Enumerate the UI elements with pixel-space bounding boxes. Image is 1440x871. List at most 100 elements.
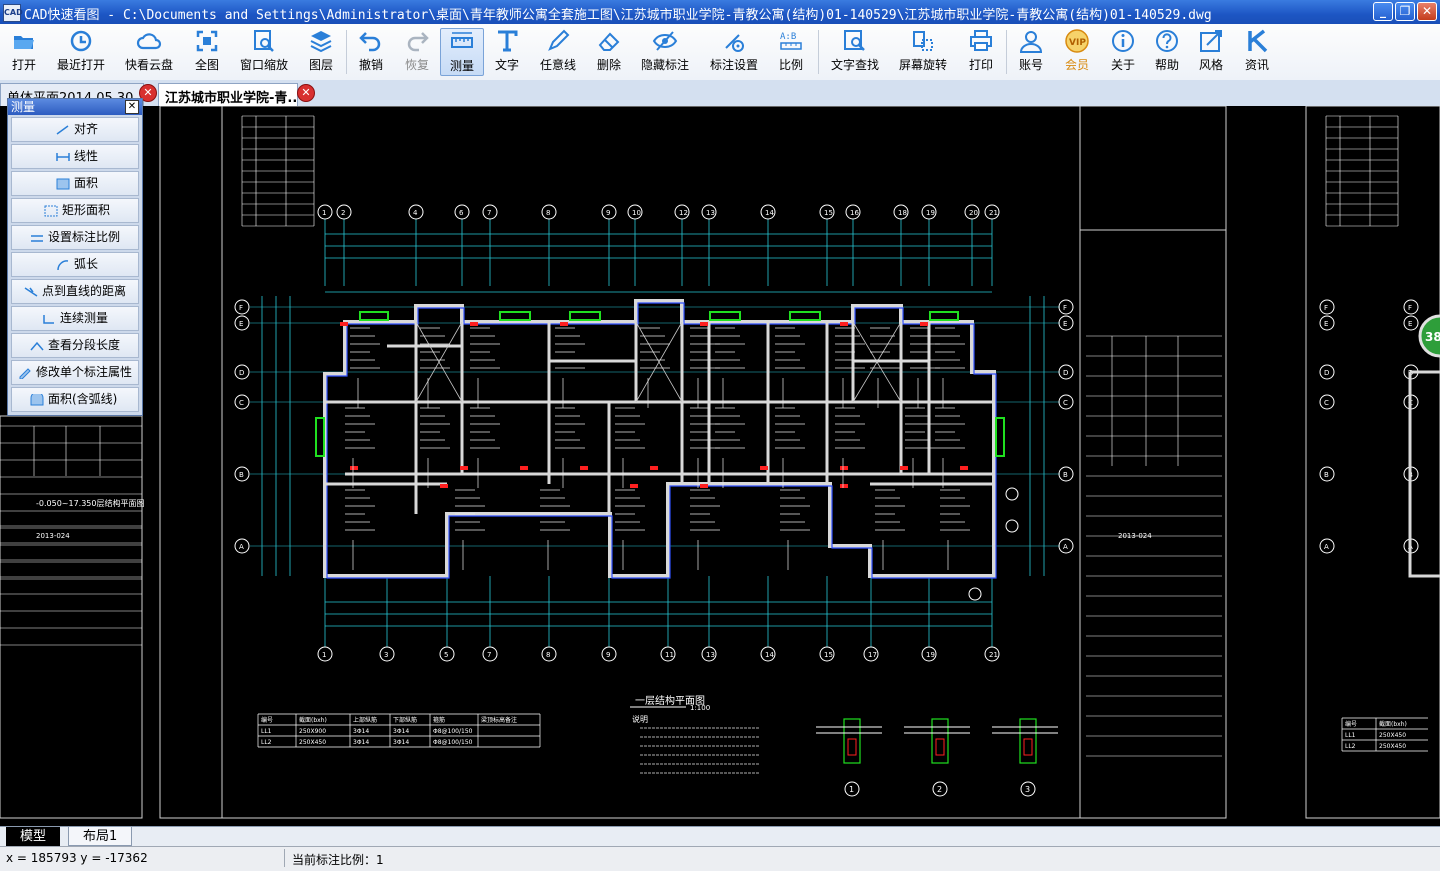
segment-length-icon <box>30 341 44 350</box>
measure-point-line[interactable]: 点到直线的距离 <box>11 279 139 304</box>
measure-rect-area[interactable]: 矩形面积 <box>11 198 139 223</box>
help-button[interactable]: 帮助 <box>1148 28 1186 76</box>
measure-button[interactable]: 测量 <box>440 28 484 76</box>
grid-bubble-label: 15 <box>824 209 833 217</box>
restore-button[interactable]: ❐ <box>1395 2 1415 21</box>
plan-geometry: 1 2 4 6 7 8 9 10 12 13 14 15 16 18 19 20 211 3 5 7 8 9 11 13 14 1… <box>0 115 1440 797</box>
notes-title: 说明 <box>632 714 648 724</box>
user-icon <box>1019 31 1043 53</box>
grid-bubble-label: 9 <box>606 209 610 217</box>
table-cell: 3Φ14 <box>393 739 409 746</box>
style-button[interactable]: 风格 <box>1192 28 1230 76</box>
table-header: 下部纵筋 <box>393 716 417 724</box>
open-button[interactable]: 打开 <box>4 28 44 76</box>
annotation-scale: 当前标注比例：1 <box>292 853 384 867</box>
recent-button[interactable]: 最近打开 <box>52 28 110 76</box>
beam-marker-red <box>760 466 768 470</box>
table-header: 编号 <box>261 716 273 724</box>
cloud-button[interactable]: 快看云盘 <box>120 28 178 76</box>
tab-layout1[interactable]: 布局1 <box>68 827 133 846</box>
info-icon <box>1112 30 1134 52</box>
text-button[interactable]: 文字 <box>488 28 526 76</box>
help-icon <box>1156 30 1178 52</box>
measure-align[interactable]: 对齐 <box>11 117 139 142</box>
grid-bubble-label: 1 <box>322 209 326 217</box>
undo-button[interactable]: 撤销 <box>352 28 390 76</box>
cad-drawing[interactable]: -0.050~17.350层结构平面图 2013-024 2013-024 一层… <box>0 106 1440 826</box>
rect-area-icon <box>44 205 58 216</box>
layers-button[interactable]: 图层 <box>302 28 340 76</box>
plan-scale: 1:100 <box>690 704 710 712</box>
measure-edit-mark[interactable]: 修改单个标注属性 <box>11 360 139 385</box>
grid-bubble-label: 2 <box>341 209 345 217</box>
panel-close-icon[interactable]: ✕ <box>125 100 139 114</box>
document-tabs: 单体平面2014.05.30 13 ✕ 江苏城市职业学院-青... ✕ <box>0 80 1440 106</box>
table-cell: 250X900 <box>299 728 326 735</box>
print-button[interactable]: 打印 <box>962 28 1000 76</box>
zoom-window-icon <box>254 30 274 52</box>
measure-area[interactable]: 面积 <box>11 171 139 196</box>
mark-settings-button[interactable]: 标注设置 <box>704 28 764 76</box>
redo-button[interactable]: 恢复 <box>398 28 436 76</box>
scale-button[interactable]: A:B 比例 <box>772 28 810 76</box>
printer-icon <box>970 30 992 51</box>
window-title: CAD快速看图 - C:\Documents and Settings\Admi… <box>24 8 1212 23</box>
measure-arc-length[interactable]: 弧长 <box>11 252 139 277</box>
detail-rebar <box>1023 738 1033 756</box>
delete-button[interactable]: 删除 <box>590 28 628 76</box>
grid-bubble-label: F <box>1324 304 1328 312</box>
close-button[interactable]: ✕ <box>1417 2 1437 21</box>
measure-panel-header[interactable]: 测量 ✕ <box>8 99 142 115</box>
window-zoom-button[interactable]: 窗口缩放 <box>236 28 292 76</box>
table-cell: 3Φ14 <box>353 728 369 735</box>
grid-bubble-label: 8 <box>546 651 550 659</box>
beam-marker-red <box>630 484 638 488</box>
tab-document-2[interactable]: 江苏城市职业学院-青... <box>158 83 298 106</box>
grid-bubble-label: A <box>239 543 244 551</box>
cursor-coordinates: x = 185793 y = -17362 <box>6 851 148 865</box>
grid-bubble-label: E <box>1324 320 1328 328</box>
grid-bubble-label: C <box>1063 399 1068 407</box>
grid-bubble-label: 16 <box>850 209 859 217</box>
measure-segment-length[interactable]: 查看分段长度 <box>11 333 139 358</box>
rotate-screen-icon <box>913 31 933 51</box>
beam-marker-red <box>900 466 908 470</box>
beam-marker-red <box>580 466 588 470</box>
status-bar: x = 185793 y = -17362 当前标注比例：1 <box>0 846 1440 871</box>
measure-set-scale[interactable]: 设置标注比例 <box>11 225 139 250</box>
table-header: 梁顶标高备注 <box>481 716 517 724</box>
measure-linear[interactable]: 线性 <box>11 144 139 169</box>
svg-text:A:B: A:B <box>780 32 796 42</box>
drawing-canvas[interactable]: -0.050~17.350层结构平面图 2013-024 2013-024 一层… <box>0 106 1440 826</box>
pencil-icon <box>548 29 570 51</box>
minimize-button[interactable]: _ <box>1373 2 1393 21</box>
tab-model[interactable]: 模型 <box>6 827 61 846</box>
about-button[interactable]: 关于 <box>1104 28 1142 76</box>
vip-button[interactable]: VIP 会员 <box>1058 28 1096 76</box>
window-green <box>315 417 325 457</box>
measure-continuous[interactable]: 连续测量 <box>11 306 139 331</box>
grid-bubble-label: 14 <box>765 209 774 217</box>
grid-bubble-label: E <box>1063 320 1067 328</box>
window-green <box>359 311 389 321</box>
grid-bubble-label: 9 <box>606 651 610 659</box>
redo-icon <box>407 32 429 52</box>
area-arc-icon <box>30 393 44 405</box>
grid-bubble-label: 10 <box>632 209 641 217</box>
account-button[interactable]: 账号 <box>1012 28 1050 76</box>
rotate-button[interactable]: 屏幕旋转 <box>894 28 952 76</box>
tab-close-icon[interactable]: ✕ <box>297 84 315 102</box>
window-green <box>569 311 601 321</box>
hide-marks-button[interactable]: 隐藏标注 <box>636 28 694 76</box>
grid-bubble-label: D <box>239 369 244 377</box>
full-view-button[interactable]: 全图 <box>188 28 226 76</box>
left-block-code: 2013-024 <box>36 532 70 540</box>
toolbar-separator <box>1006 30 1007 74</box>
detail-column <box>931 718 949 764</box>
text-search-button[interactable]: 文字查找 <box>826 28 884 76</box>
measure-area-arc[interactable]: 面积(含弧线) <box>11 387 139 412</box>
freehand-button[interactable]: 任意线 <box>534 28 582 76</box>
news-button[interactable]: 资讯 <box>1238 28 1276 76</box>
cloud-icon <box>136 33 162 50</box>
beam-marker-red <box>650 466 658 470</box>
